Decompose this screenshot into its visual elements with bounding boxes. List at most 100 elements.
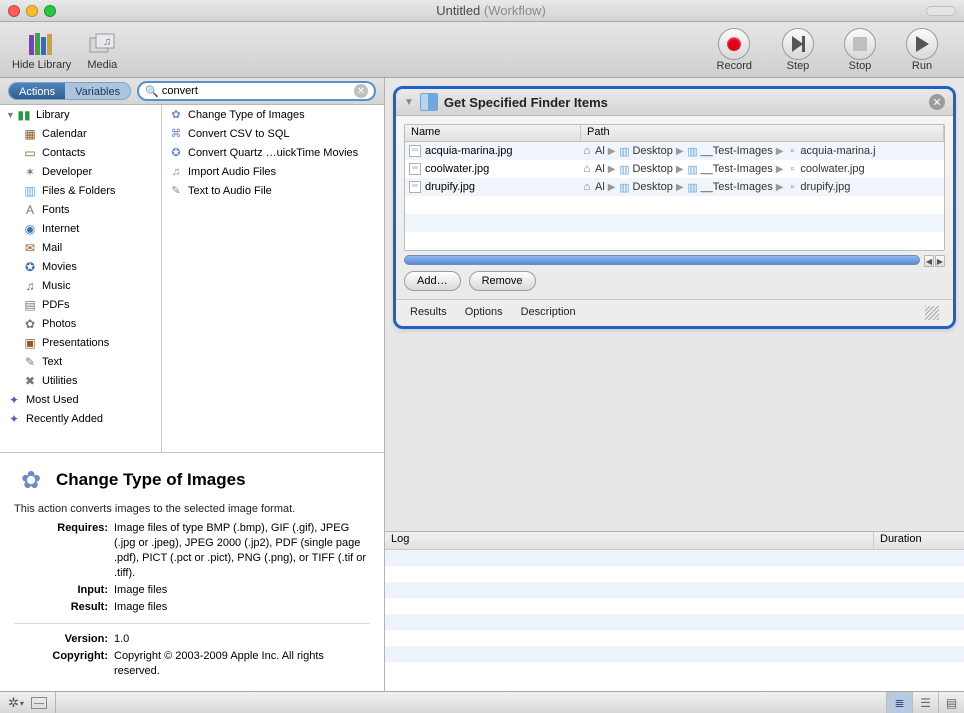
sidebar-most-used[interactable]: ✦Most Used xyxy=(0,390,161,409)
sidebar-item-fonts[interactable]: AFonts xyxy=(0,200,161,219)
library-tree[interactable]: ▼ ▮▮ Library ▦Calendar ▭Contacts ✶Develo… xyxy=(0,105,162,452)
zoom-window-button[interactable] xyxy=(44,5,56,17)
sidebar-item-presentations[interactable]: ▣Presentations xyxy=(0,333,161,352)
path-crumb-folder[interactable]: ▥__Test-Images xyxy=(687,145,773,157)
result-value: Image files xyxy=(114,600,370,615)
record-button[interactable]: Record xyxy=(717,28,752,72)
tab-actions[interactable]: Actions xyxy=(9,83,65,99)
log-col-duration[interactable]: Duration xyxy=(874,532,964,549)
sidebar-item-movies[interactable]: ✪Movies xyxy=(0,257,161,276)
result-row[interactable]: ✎Text to Audio File xyxy=(162,181,384,200)
view-log-button[interactable]: ▤ xyxy=(938,692,964,713)
path-crumb-file[interactable]: ▫coolwater.jpg xyxy=(786,163,864,175)
path-crumb-home[interactable]: ⌂Al xyxy=(581,181,605,193)
action-results-list[interactable]: ✿Change Type of Images ⌘Convert CSV to S… xyxy=(162,105,384,452)
path-crumb-folder[interactable]: ▥__Test-Images xyxy=(687,163,773,175)
path-crumb-folder[interactable]: ▥__Test-Images xyxy=(687,181,773,193)
smart-folder-icon: ✦ xyxy=(6,393,22,407)
disclosure-triangle-icon[interactable]: ▼ xyxy=(404,97,414,108)
sidebar-item-utilities[interactable]: ✖Utilities xyxy=(0,371,161,390)
sidebar-item-label: Recently Added xyxy=(26,413,103,425)
step-button[interactable]: Step xyxy=(782,28,814,72)
log-col-log[interactable]: Log xyxy=(385,532,874,549)
result-row[interactable]: ✿Change Type of Images xyxy=(162,105,384,124)
sidebar-item-internet[interactable]: ◉Internet xyxy=(0,219,161,238)
footer-options-tab[interactable]: Options xyxy=(465,306,503,320)
clear-search-button[interactable]: ✕ xyxy=(354,84,368,98)
table-body[interactable]: acquia-marina.jpg⌂Al▶▥Desktop▶▥__Test-Im… xyxy=(405,142,944,250)
text-icon: ✎ xyxy=(22,355,38,369)
sidebar-recently-added[interactable]: ✦Recently Added xyxy=(0,409,161,428)
result-row[interactable]: ✪Convert Quartz …uickTime Movies xyxy=(162,143,384,162)
sidebar-item-label: Utilities xyxy=(42,375,77,387)
col-name[interactable]: Name xyxy=(405,125,581,141)
view-flow-button[interactable]: ≣ xyxy=(886,692,912,713)
copyright-value: Copyright © 2003-2009 Apple Inc. All rig… xyxy=(114,649,370,679)
path-crumb-file[interactable]: ▫drupify.jpg xyxy=(786,181,850,193)
sidebar-item-calendar[interactable]: ▦Calendar xyxy=(0,124,161,143)
result-label: Change Type of Images xyxy=(188,109,305,121)
stop-button[interactable]: Stop xyxy=(844,28,876,72)
path-crumb-folder[interactable]: ▥Desktop xyxy=(618,163,672,175)
folder-icon: ▥ xyxy=(687,181,699,193)
scroll-left-button[interactable]: ◀ xyxy=(924,255,934,267)
sidebar-item-mail[interactable]: ✉Mail xyxy=(0,238,161,257)
toggle-detail-button[interactable] xyxy=(31,697,47,709)
files-folders-icon: ▥ xyxy=(22,184,38,198)
col-path[interactable]: Path xyxy=(581,125,944,141)
close-window-button[interactable] xyxy=(8,5,20,17)
sidebar-item-music[interactable]: ♫Music xyxy=(0,276,161,295)
path-crumb-file[interactable]: ▫acquia-marina.j xyxy=(786,145,875,157)
resize-grip[interactable] xyxy=(925,306,939,320)
result-row[interactable]: ♫Import Audio Files xyxy=(162,162,384,181)
view-list-button[interactable]: ☰ xyxy=(912,692,938,713)
input-value: Image files xyxy=(114,583,370,598)
path-crumb-home[interactable]: ⌂Al xyxy=(581,145,605,157)
horizontal-scrollbar[interactable] xyxy=(404,255,920,265)
chevron-right-icon: ▶ xyxy=(607,164,617,175)
media-button[interactable]: ♫ Media xyxy=(85,29,119,71)
sidebar-item-photos[interactable]: ✿Photos xyxy=(0,314,161,333)
remove-action-button[interactable]: ✕ xyxy=(929,94,945,110)
scroll-right-button[interactable]: ▶ xyxy=(935,255,945,267)
titlebar: Untitled (Workflow) xyxy=(0,0,964,22)
path-crumb-folder[interactable]: ▥Desktop xyxy=(618,181,672,193)
minimize-window-button[interactable] xyxy=(26,5,38,17)
library-icon: ▮▮ xyxy=(16,108,32,122)
sidebar-item-files[interactable]: ▥Files & Folders xyxy=(0,181,161,200)
path-crumb-folder[interactable]: ▥Desktop xyxy=(618,145,672,157)
table-row[interactable]: coolwater.jpg⌂Al▶▥Desktop▶▥__Test-Images… xyxy=(405,160,944,178)
gear-menu-button[interactable]: ✲▾ xyxy=(8,695,23,711)
table-row[interactable]: acquia-marina.jpg⌂Al▶▥Desktop▶▥__Test-Im… xyxy=(405,142,944,160)
footer-description-tab[interactable]: Description xyxy=(521,306,576,320)
footer-results-tab[interactable]: Results xyxy=(410,306,447,320)
library-tabs: Actions Variables xyxy=(8,82,131,100)
search-input[interactable] xyxy=(162,85,354,97)
add-button[interactable]: Add… xyxy=(404,271,461,291)
log-header: Log Duration xyxy=(385,532,964,550)
disclosure-triangle-icon[interactable]: ▼ xyxy=(6,110,16,120)
table-row[interactable]: drupify.jpg⌂Al▶▥Desktop▶▥__Test-Images▶▫… xyxy=(405,178,944,196)
remove-button[interactable]: Remove xyxy=(469,271,536,291)
log-row xyxy=(385,646,964,662)
workflow-canvas[interactable] xyxy=(385,337,964,531)
sidebar-item-developer[interactable]: ✶Developer xyxy=(0,162,161,181)
result-row[interactable]: ⌘Convert CSV to SQL xyxy=(162,124,384,143)
sidebar-item-pdfs[interactable]: ▤PDFs xyxy=(0,295,161,314)
library-root[interactable]: ▼ ▮▮ Library xyxy=(0,105,161,124)
action-card-header[interactable]: ▼ Get Specified Finder Items ✕ xyxy=(396,89,953,116)
chevron-right-icon: ▶ xyxy=(675,146,685,157)
log-rows[interactable] xyxy=(385,550,964,691)
sidebar-item-contacts[interactable]: ▭Contacts xyxy=(0,143,161,162)
tab-variables[interactable]: Variables xyxy=(65,83,130,99)
workflow-action-card[interactable]: ▼ Get Specified Finder Items ✕ Name Path… xyxy=(393,86,956,329)
hide-library-button[interactable]: Hide Library xyxy=(12,29,71,71)
path-crumb-home[interactable]: ⌂Al xyxy=(581,163,605,175)
books-icon xyxy=(25,29,59,59)
run-button[interactable]: Run xyxy=(906,28,938,72)
presentations-icon: ▣ xyxy=(22,336,38,350)
toolbar-pill-button[interactable] xyxy=(926,6,956,16)
main-body: Actions Variables 🔍 ✕ ▼ ▮▮ Library ▦Cale… xyxy=(0,78,964,691)
sidebar-item-text[interactable]: ✎Text xyxy=(0,352,161,371)
table-row-filler xyxy=(405,232,944,250)
